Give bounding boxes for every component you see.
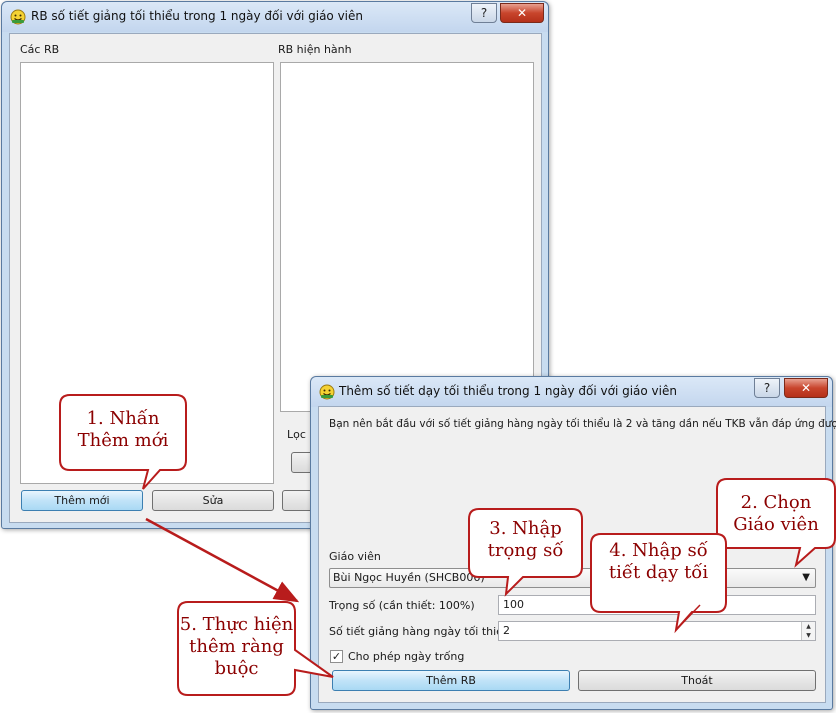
callout-4-pointer xyxy=(675,604,701,631)
pointer-overlay xyxy=(675,604,701,631)
